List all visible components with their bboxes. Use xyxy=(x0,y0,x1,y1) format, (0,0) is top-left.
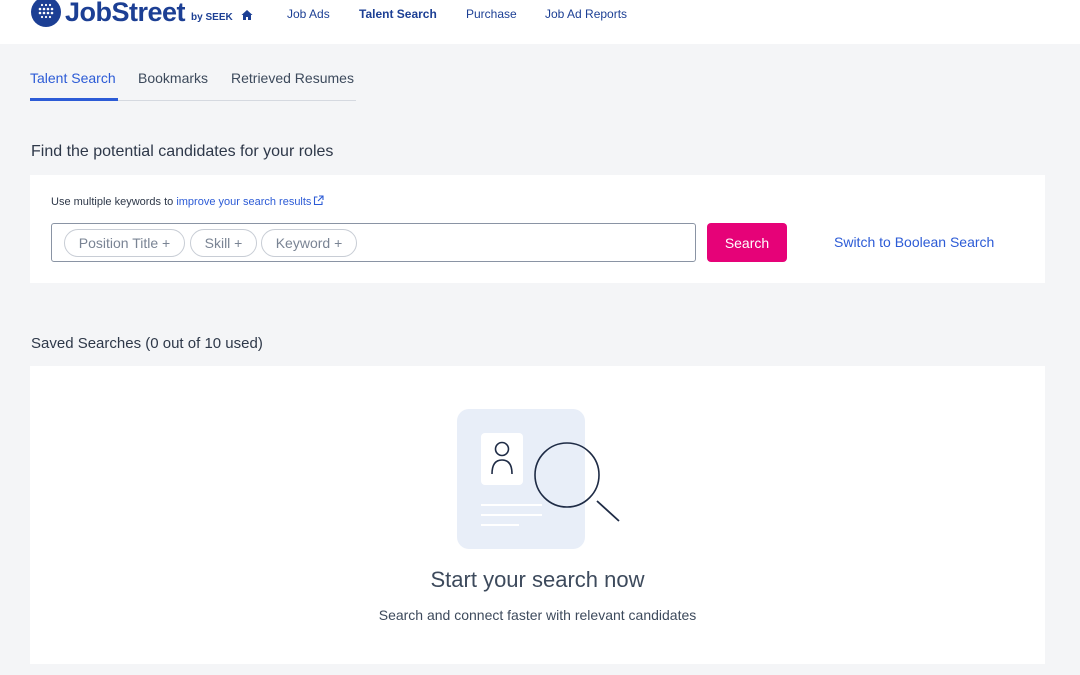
tab-retrieved-resumes[interactable]: Retrieved Resumes xyxy=(231,70,354,86)
external-link-icon xyxy=(313,195,324,206)
top-nav: JobStreet by SEEK Job Ads Talent Search … xyxy=(0,0,1080,44)
search-input[interactable]: Position Title + Skill + Keyword + xyxy=(51,223,696,262)
logo-mark-icon xyxy=(31,0,61,27)
chip-skill[interactable]: Skill + xyxy=(190,229,257,257)
nav-talent-search[interactable]: Talent Search xyxy=(359,7,437,21)
tab-bookmarks[interactable]: Bookmarks xyxy=(138,70,208,86)
tab-talent-search[interactable]: Talent Search xyxy=(30,70,116,86)
search-hint-text: Use multiple keywords to xyxy=(51,196,177,208)
sub-tabs: Talent Search Bookmarks Retrieved Resume… xyxy=(30,60,356,101)
search-heading: Find the potential candidates for your r… xyxy=(31,143,334,160)
logo-text: JobStreet xyxy=(65,0,186,27)
jobstreet-logo[interactable]: JobStreet by SEEK xyxy=(31,0,233,32)
chip-keyword[interactable]: Keyword + xyxy=(261,229,357,257)
search-card: Use multiple keywords to improve your se… xyxy=(30,175,1045,283)
improve-search-link[interactable]: improve your search results xyxy=(176,196,311,208)
candidate-search-illustration-icon xyxy=(457,409,627,554)
nav-purchase[interactable]: Purchase xyxy=(466,7,517,21)
chip-position-title[interactable]: Position Title + xyxy=(64,229,185,257)
switch-boolean-link[interactable]: Switch to Boolean Search xyxy=(834,234,994,250)
empty-state-title: Start your search now xyxy=(430,567,645,592)
saved-searches-heading: Saved Searches (0 out of 10 used) xyxy=(31,335,263,352)
home-icon[interactable] xyxy=(240,8,254,22)
nav-job-ads[interactable]: Job Ads xyxy=(287,7,330,21)
logo-by-text: by SEEK xyxy=(191,11,233,23)
nav-job-ad-reports[interactable]: Job Ad Reports xyxy=(545,7,627,21)
empty-state-subtitle: Search and connect faster with relevant … xyxy=(378,607,697,623)
active-tab-indicator xyxy=(30,98,118,101)
search-hint: Use multiple keywords to improve your se… xyxy=(51,195,324,208)
saved-searches-card: Start your search now Search and connect… xyxy=(30,366,1045,664)
search-button[interactable]: Search xyxy=(707,223,787,262)
